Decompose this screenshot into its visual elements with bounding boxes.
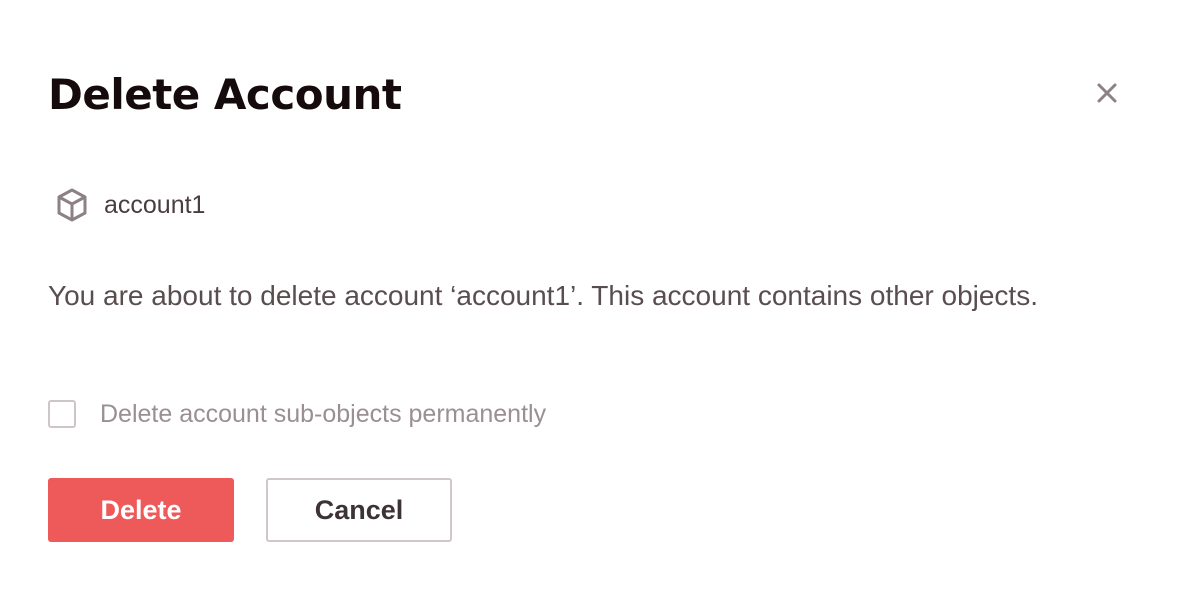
object-name: account1 [104,190,206,219]
object-reference: account1 [54,186,205,224]
close-button[interactable] [1090,76,1124,110]
close-icon [1096,82,1118,104]
delete-account-dialog: Delete Account account1 You are about to… [0,0,1186,592]
dialog-title: Delete Account [48,70,402,119]
confirmation-message: You are about to delete account ‘account… [48,280,1038,311]
cube-icon [54,187,90,223]
sub-objects-checkbox[interactable] [48,400,76,428]
cancel-button[interactable]: Cancel [266,478,452,542]
sub-objects-checkbox-label[interactable]: Delete account sub-objects permanently [100,400,546,429]
delete-button[interactable]: Delete [48,478,234,542]
sub-objects-checkbox-row[interactable]: Delete account sub-objects permanently [48,396,546,432]
